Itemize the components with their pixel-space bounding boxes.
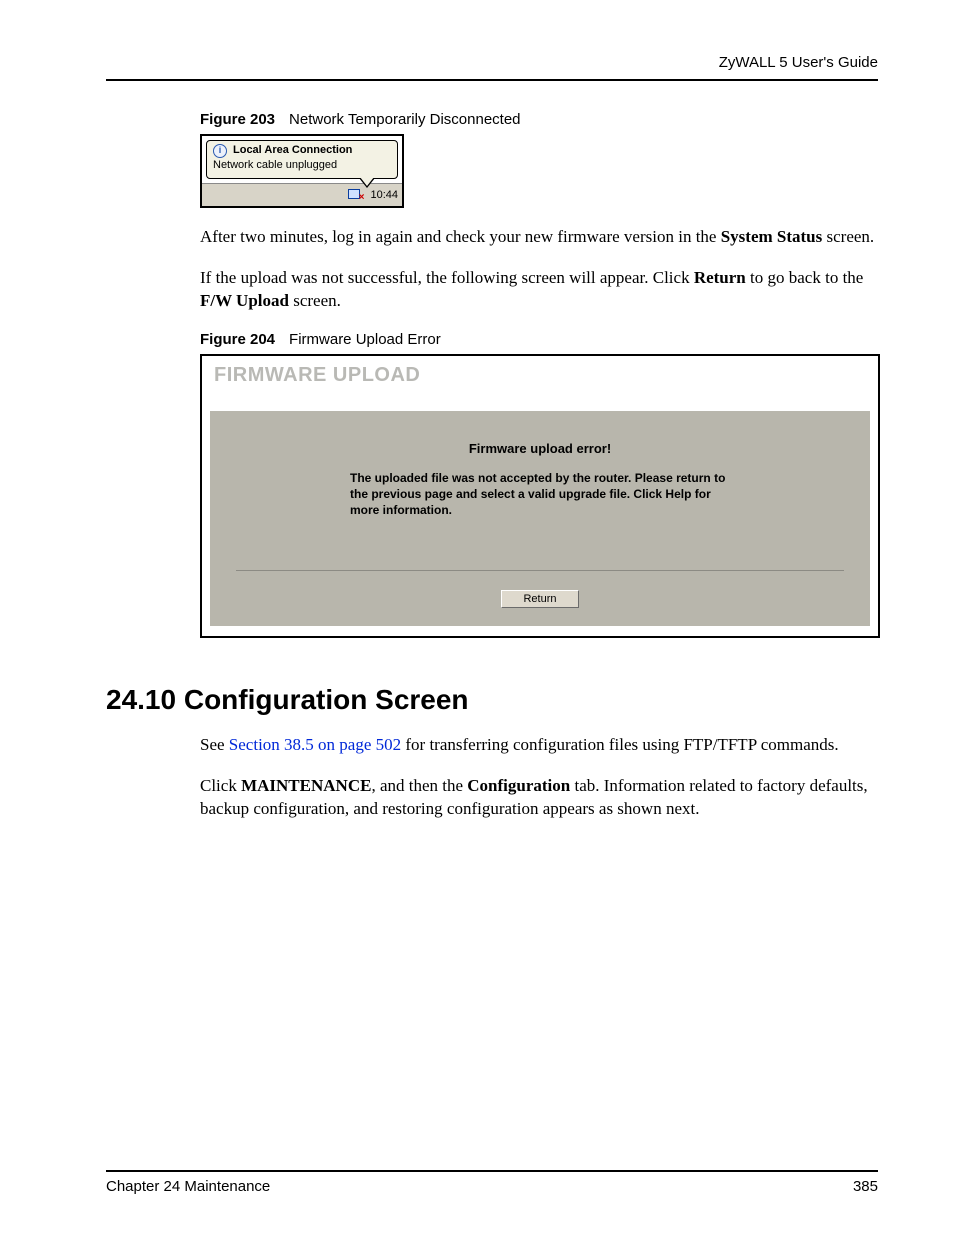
header-rule (106, 79, 878, 81)
page-footer: Chapter 24 Maintenance 385 (106, 1170, 878, 1195)
running-header: ZyWALL 5 User's Guide (106, 54, 878, 71)
taskbar-clock: 10:44 (370, 189, 398, 201)
notification-balloon: i Local Area Connection Network cable un… (206, 140, 398, 179)
info-icon: i (213, 144, 227, 158)
cross-ref-link[interactable]: Section 38.5 on page 502 (229, 735, 401, 754)
firmware-error-title: Firmware upload error! (232, 441, 848, 456)
para-upload-fail: If the upload was not successful, the fo… (200, 267, 878, 313)
para-after-two-minutes: After two minutes, log in again and chec… (200, 226, 878, 249)
balloon-title: Local Area Connection (233, 144, 352, 158)
para-click-maintenance: Click MAINTENANCE, and then the Configur… (200, 775, 878, 821)
footer-chapter: Chapter 24 Maintenance (106, 1178, 270, 1195)
figure-204-title: Firmware Upload Error (289, 331, 441, 348)
figure-203-image: i Local Area Connection Network cable un… (200, 134, 404, 208)
figure-204-number: Figure 204 (200, 331, 275, 348)
figure-204-caption: Figure 204 Firmware Upload Error (200, 331, 878, 348)
figure-203-title: Network Temporarily Disconnected (289, 111, 520, 128)
firmware-upload-heading: FIRMWARE UPLOAD (214, 364, 870, 387)
footer-page-number: 385 (853, 1178, 878, 1195)
para-see-section: See Section 38.5 on page 502 for transfe… (200, 734, 878, 757)
balloon-tail (359, 178, 375, 188)
firmware-error-message: The uploaded file was not accepted by th… (350, 470, 730, 519)
figure-203-number: Figure 203 (200, 111, 275, 128)
footer-rule (106, 1170, 878, 1172)
network-disconnected-icon: × (348, 189, 362, 201)
balloon-body: Network cable unplugged (213, 159, 391, 173)
panel-divider (236, 570, 844, 571)
firmware-error-panel: Firmware upload error! The uploaded file… (210, 411, 870, 627)
figure-204-image: FIRMWARE UPLOAD Firmware upload error! T… (200, 354, 880, 639)
section-heading-24-10: 24.10 Configuration Screen (106, 684, 878, 716)
figure-203-caption: Figure 203 Network Temporarily Disconnect… (200, 111, 878, 128)
return-button[interactable]: Return (501, 590, 579, 608)
